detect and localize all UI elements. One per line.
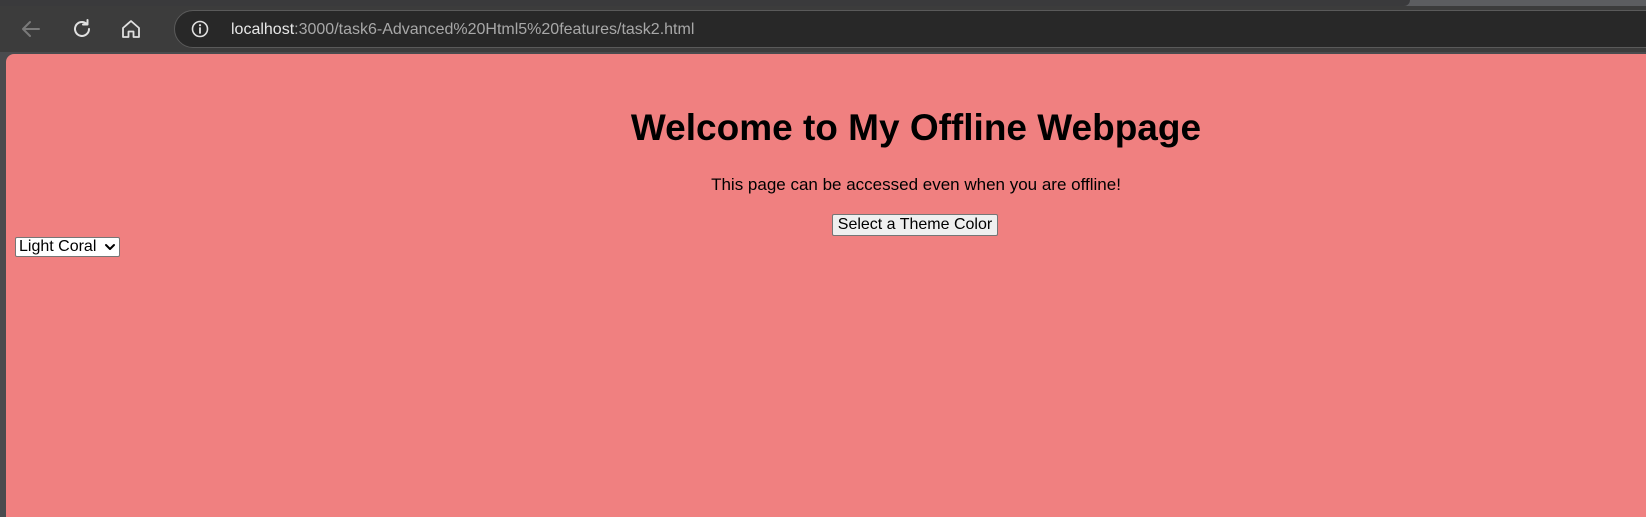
theme-color-select[interactable]: Light Coral xyxy=(15,237,120,257)
reload-button[interactable] xyxy=(65,12,99,46)
reload-icon xyxy=(71,18,93,40)
page-title: Welcome to My Offline Webpage xyxy=(630,107,1202,148)
back-button[interactable] xyxy=(14,12,48,46)
browser-toolbar: localhost:3000/task6-Advanced%20Html5%20… xyxy=(0,6,1646,52)
info-icon[interactable] xyxy=(191,20,209,38)
chevron-down-icon xyxy=(101,238,119,256)
page-viewport: Light Coral Welcome to My Offline Webpag… xyxy=(6,54,1646,517)
home-icon xyxy=(120,18,142,40)
url-path: :3000/task6-Advanced%20Html5%20features/… xyxy=(294,21,695,38)
home-button[interactable] xyxy=(114,12,148,46)
url-text[interactable]: localhost:3000/task6-Advanced%20Html5%20… xyxy=(231,21,694,39)
url-host: localhost xyxy=(231,21,295,38)
theme-select-value: Light Coral xyxy=(19,238,97,255)
page-subtitle: This page can be accessed even when you … xyxy=(711,175,1121,194)
select-theme-color-button[interactable]: Select a Theme Color xyxy=(832,214,998,236)
address-bar[interactable]: localhost:3000/task6-Advanced%20Html5%20… xyxy=(174,10,1646,48)
back-arrow-icon xyxy=(20,18,42,40)
